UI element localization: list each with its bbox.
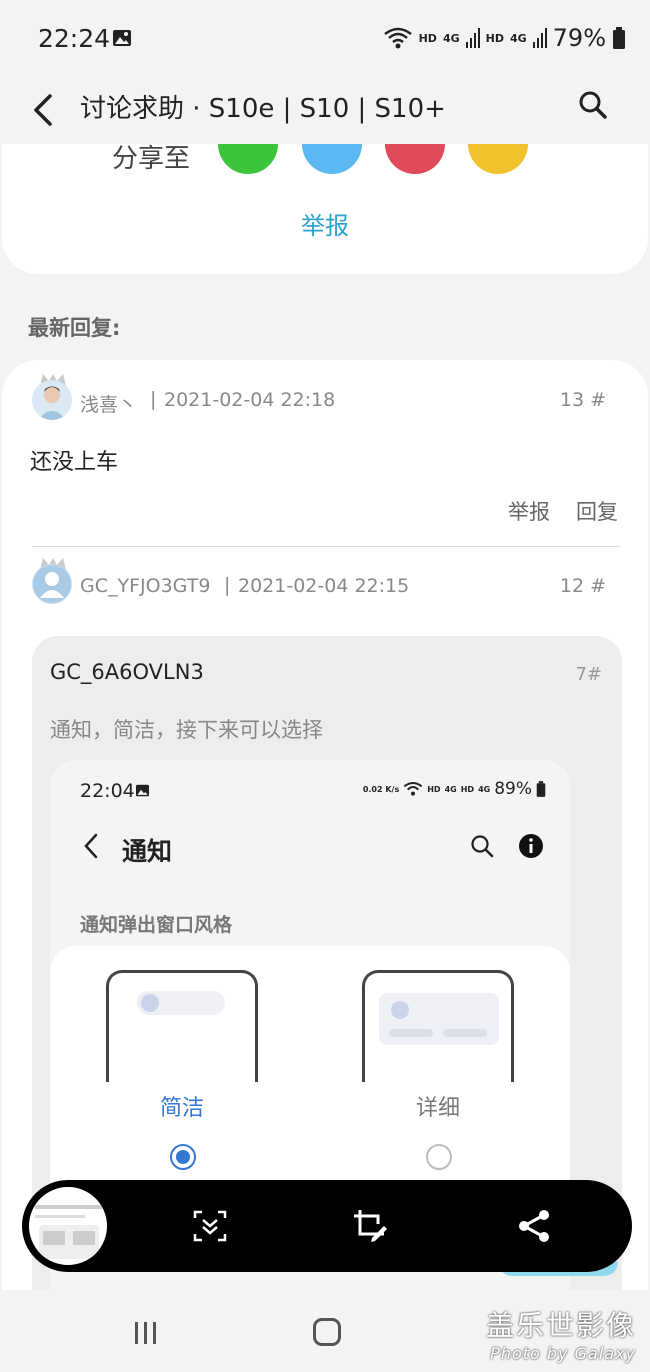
battery-icon [613,27,625,49]
info-icon [519,834,543,858]
reply-author[interactable]: 浅喜丶 [80,390,137,417]
reply-report-button[interactable]: 举报 [508,496,550,526]
watermark-cn: 盖乐世影像 [485,1309,636,1342]
status-icons: HD 4G HD 4G 79% [383,24,626,52]
app-header: 讨论求助 · S10e | S10 | S10+ [0,80,650,144]
hd-label-2: HD [485,31,504,45]
report-link[interactable]: 举报 [2,206,648,241]
detailed-radio [426,1144,452,1170]
screenshot-title: 通知 [122,837,173,866]
search-icon [471,835,494,858]
hd-label: HD [418,31,437,45]
crop-edit-icon[interactable] [352,1208,388,1244]
screenshot-time: 22:04 [80,780,135,802]
battery-percent: 79% [552,24,606,52]
watermark: 盖乐世影像 Photo by Galaxy [486,1304,636,1363]
wechat-share-icon[interactable] [218,144,278,174]
scroll-capture-icon[interactable] [192,1208,228,1244]
network-label-2: 4G [509,31,527,45]
reply-content: 还没上车 [30,450,119,475]
detailed-option-label: 详细 [416,1096,461,1121]
screenshot-net: 4G [444,784,457,794]
reply-author[interactable]: GC_YFJO3GT9 [80,575,210,597]
screenshot-hd-2: HD [460,784,475,794]
popup-style-options: 简洁 详细 [50,946,570,1206]
avatar[interactable] [32,380,72,420]
network-label: 4G [442,31,460,45]
detailed-style-preview [362,970,514,1082]
screenshot-status-icons: 0.02 K/s HD 4G HD 4G 89% [363,779,546,799]
screenshot-net-2: 4G [478,784,491,794]
recent-apps-icon[interactable] [133,1320,159,1346]
avatar[interactable] [32,564,72,604]
gallery-icon [136,784,149,797]
screenshot-thumbnail[interactable] [26,1184,110,1268]
latest-replies-title: 最新回复: [28,316,121,340]
quote-text: 通知，简洁，接下来可以选择 [50,718,323,742]
search-icon[interactable] [578,90,608,120]
reply-reply-button[interactable]: 回复 [576,496,618,526]
wifi-icon [383,27,412,49]
wifi-icon [403,782,423,796]
screenshot-battery: 89% [494,779,532,799]
reply-separator: | [150,388,157,410]
screenshot-toolbar [22,1180,632,1272]
reply-separator: | [224,574,231,596]
share-card: 分享至 举报 [2,144,648,274]
share-label: 分享至 [112,144,191,174]
brief-option-label: 简洁 [160,1096,205,1121]
reply-date: 2021-02-04 22:18 [164,389,336,411]
battery-icon [536,781,546,797]
reply-date: 2021-02-04 22:15 [238,575,410,597]
back-arrow-icon[interactable] [30,90,58,130]
gallery-icon [113,30,131,46]
signal-icon [465,28,480,48]
moments-share-icon[interactable] [302,144,362,174]
screenshot-speed: 0.02 K/s [362,784,400,794]
status-bar: 22:24 HD 4G HD 4G 79% [0,0,650,80]
signal-icon-2 [532,28,547,48]
quote-author: GC_6A6OVLN3 [50,660,204,684]
reply-floor: 12 # [559,575,606,597]
screenshot-section-title: 通知弹出窗口风格 [80,914,233,936]
watermark-en: Photo by Galaxy [490,1344,636,1363]
quote-floor: 7# [575,664,602,685]
back-arrow-icon [84,833,98,859]
screenshot-hd: HD [427,784,441,794]
brief-radio [170,1144,196,1170]
weibo-share-icon[interactable] [385,144,445,174]
favorites-share-icon[interactable] [468,144,528,174]
brief-style-preview [106,970,258,1082]
replies-card: 浅喜丶 | 2021-02-04 22:18 13 # 还没上车 举报 回复 G… [2,360,648,1290]
page-title: 讨论求助 · S10e | S10 | S10+ [80,94,446,124]
divider [32,546,620,547]
reply-floor: 13 # [559,389,606,411]
home-button[interactable] [313,1318,341,1346]
status-time: 22:24 [38,24,111,53]
share-icon[interactable] [516,1208,552,1244]
